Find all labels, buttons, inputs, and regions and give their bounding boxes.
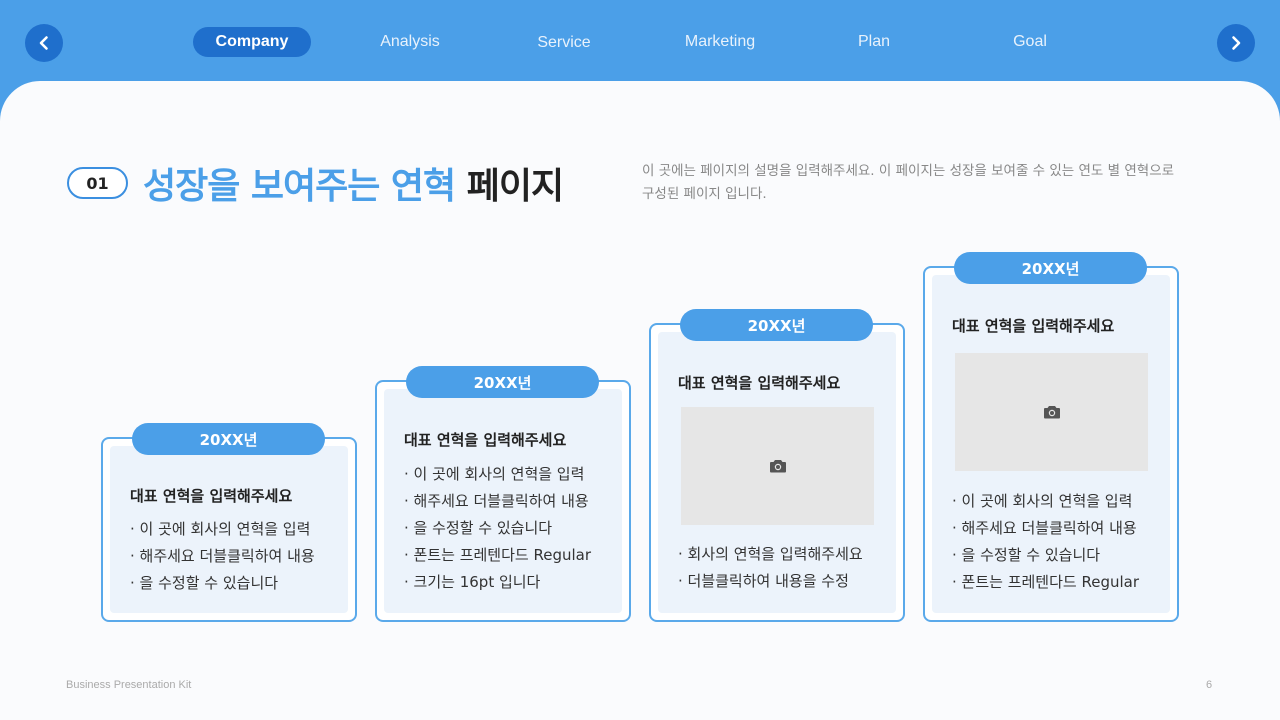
- section-number-badge: 01: [67, 167, 128, 199]
- page-title-rest: 페이지: [466, 166, 564, 207]
- timeline-card-1[interactable]: 20XX년 대표 연혁을 입력해주세요 · 이 곳에 회사의 연혁을 입력 · …: [101, 423, 357, 622]
- camera-icon: [1043, 406, 1060, 419]
- year-badge: 20XX년: [132, 423, 325, 455]
- list-item: · 폰트는 프레텐다드 Regular: [952, 573, 1140, 591]
- card-heading: 대표 연혁을 입력해주세요: [952, 317, 1115, 335]
- card-list: · 회사의 연혁을 입력해주세요 · 더블클릭하여 내용을 수정: [678, 541, 863, 595]
- page-title-highlight: 성장을 보여주는 연혁: [143, 166, 456, 207]
- timeline-card-3[interactable]: 20XX년 대표 연혁을 입력해주세요 · 회사의 연혁을 입력해주세요 · 더…: [649, 309, 905, 622]
- list-item: · 해주세요 더블클릭하여 내용: [130, 547, 315, 565]
- page-title: 성장을 보여주는 연혁 페이지: [143, 157, 564, 209]
- list-item: · 을 수정할 수 있습니다: [952, 546, 1101, 564]
- list-item: · 해주세요 더블클릭하여 내용: [404, 492, 589, 510]
- next-button[interactable]: [1217, 24, 1255, 62]
- footer-brand: Business Presentation Kit: [66, 679, 192, 691]
- card-list: · 이 곳에 회사의 연혁을 입력 · 해주세요 더블클릭하여 내용 · 을 수…: [404, 461, 591, 596]
- card-heading: 대표 연혁을 입력해주세요: [130, 487, 293, 505]
- year-badge: 20XX년: [406, 366, 599, 398]
- card-list: · 이 곳에 회사의 연혁을 입력 · 해주세요 더블클릭하여 내용 · 을 수…: [130, 516, 315, 597]
- tab-goal[interactable]: Goal: [990, 27, 1070, 57]
- page-description: 이 곳에는 페이지의 설명을 입력해주세요. 이 페이지는 성장을 보여줄 수 …: [642, 163, 1175, 202]
- list-item: · 더블클릭하여 내용을 수정: [678, 572, 849, 590]
- list-item: · 폰트는 프레텐다드 Regular: [404, 546, 592, 564]
- list-item: · 을 수정할 수 있습니다: [130, 574, 279, 592]
- timeline-card-2[interactable]: 20XX년 대표 연혁을 입력해주세요 · 이 곳에 회사의 연혁을 입력 · …: [375, 366, 631, 622]
- timeline-card-4[interactable]: 20XX년 대표 연혁을 입력해주세요 · 이 곳에 회사의 연혁을 입력 · …: [923, 252, 1179, 622]
- camera-icon: [769, 460, 786, 473]
- card-heading: 대표 연혁을 입력해주세요: [678, 374, 841, 392]
- list-item: · 크기는 16pt 입니다: [404, 573, 541, 591]
- list-item: · 이 곳에 회사의 연혁을 입력: [130, 520, 311, 538]
- list-item: · 이 곳에 회사의 연혁을 입력: [952, 492, 1133, 510]
- list-item: · 이 곳에 회사의 연혁을 입력: [404, 465, 585, 483]
- year-badge: 20XX년: [680, 309, 873, 341]
- tab-analysis[interactable]: Analysis: [360, 27, 460, 57]
- tab-plan[interactable]: Plan: [834, 27, 914, 57]
- page-number: 6: [1206, 679, 1213, 691]
- tab-marketing[interactable]: Marketing: [670, 27, 770, 57]
- photo-placeholder[interactable]: [681, 407, 874, 525]
- photo-placeholder[interactable]: [955, 353, 1148, 471]
- section-tabs: Company Analysis Service Marketing Plan …: [0, 27, 1280, 57]
- year-badge: 20XX년: [954, 252, 1147, 284]
- card-heading: 대표 연혁을 입력해주세요: [404, 431, 567, 449]
- chevron-right-icon: [1232, 36, 1241, 50]
- card-list: · 이 곳에 회사의 연혁을 입력 · 해주세요 더블클릭하여 내용 · 을 수…: [952, 488, 1139, 596]
- list-item: · 회사의 연혁을 입력해주세요: [678, 545, 863, 563]
- tab-company[interactable]: Company: [193, 27, 311, 57]
- list-item: · 해주세요 더블클릭하여 내용: [952, 519, 1137, 537]
- tab-service[interactable]: Service: [514, 28, 614, 58]
- list-item: · 을 수정할 수 있습니다: [404, 519, 553, 537]
